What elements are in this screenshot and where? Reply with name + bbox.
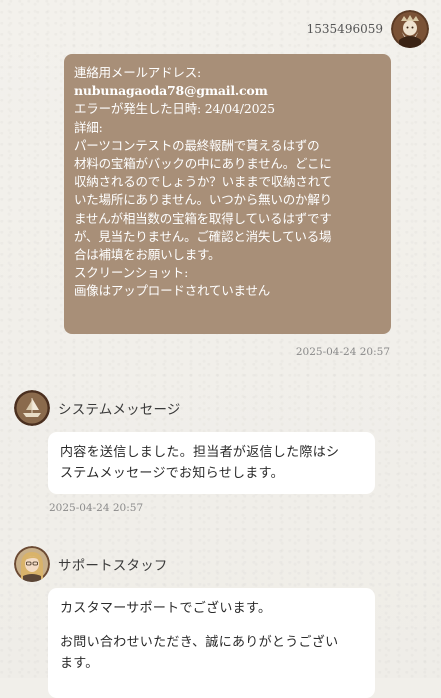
ship-emblem-avatar-icon[interactable]	[14, 390, 50, 426]
system-message-header: システムメッセージ	[14, 390, 181, 426]
system-message-line: ステムメッセージでお知らせします。	[60, 466, 284, 481]
blonde-staff-avatar-icon[interactable]	[14, 546, 50, 582]
system-message-timestamp: 2025-04-24 20:57	[49, 502, 144, 514]
user-message-header: 1535496059	[307, 10, 429, 48]
user-name: 1535496059	[306, 22, 383, 36]
user-message-line: パーツコンテストの最終報酬で貰えるはずの	[74, 137, 320, 153]
bearded-king-avatar-icon[interactable]	[391, 10, 429, 48]
user-message-line: が、見当たりません。ご確認と消失している場	[74, 228, 332, 244]
user-message-line: 詳細:	[74, 119, 103, 135]
user-message-line: 収納されるのでしょうか？いままで収納されて	[74, 174, 332, 190]
user-message-line: 材料の宝箱がバックの中にありません。どこに	[74, 156, 332, 172]
user-message-timestamp: 2025-04-24 20:57	[295, 346, 390, 358]
support-message-header: サポートスタッフ	[14, 546, 168, 582]
user-message-line: スクリーンショット:	[74, 265, 189, 281]
system-message-bubble: 内容を送信しました。担当者が返信した際はシ ステムメッセージでお知らせします。	[48, 432, 375, 494]
user-message-line: 連絡用メールアドレス:	[74, 65, 202, 80]
user-email: nubunagaoda78@gmail.com	[74, 83, 268, 99]
system-sender-name: システムメッセージ	[58, 402, 181, 418]
user-message-line: エラーが発生した日時: 24/04/2025	[74, 101, 275, 117]
user-message-line: 画像はアップロードされていません	[74, 283, 271, 299]
support-message-bubble: カスタマーサポートでございます。 お問い合わせいただき、誠にありがとうござい ま…	[48, 588, 375, 698]
user-message-line: いた場所にありません。いつから無いのか解り	[74, 192, 332, 208]
user-message-line: 合は補填をお願いします。	[74, 247, 221, 263]
support-message-line: ます。	[60, 656, 99, 671]
support-message-line: お問い合わせいただき、誠にありがとうござい	[60, 635, 339, 650]
user-message-bubble: 連絡用メールアドレス: nubunagaoda78@gmail.com エラーが…	[64, 54, 391, 334]
system-message-line: 内容を送信しました。担当者が返信した際はシ	[60, 445, 340, 460]
support-message-paragraph: カスタマーサポートでございます。	[60, 601, 272, 616]
user-message-line: ませんが相当数の宝箱を取得しているはずです	[74, 210, 332, 226]
support-sender-name: サポートスタッフ	[58, 558, 168, 574]
